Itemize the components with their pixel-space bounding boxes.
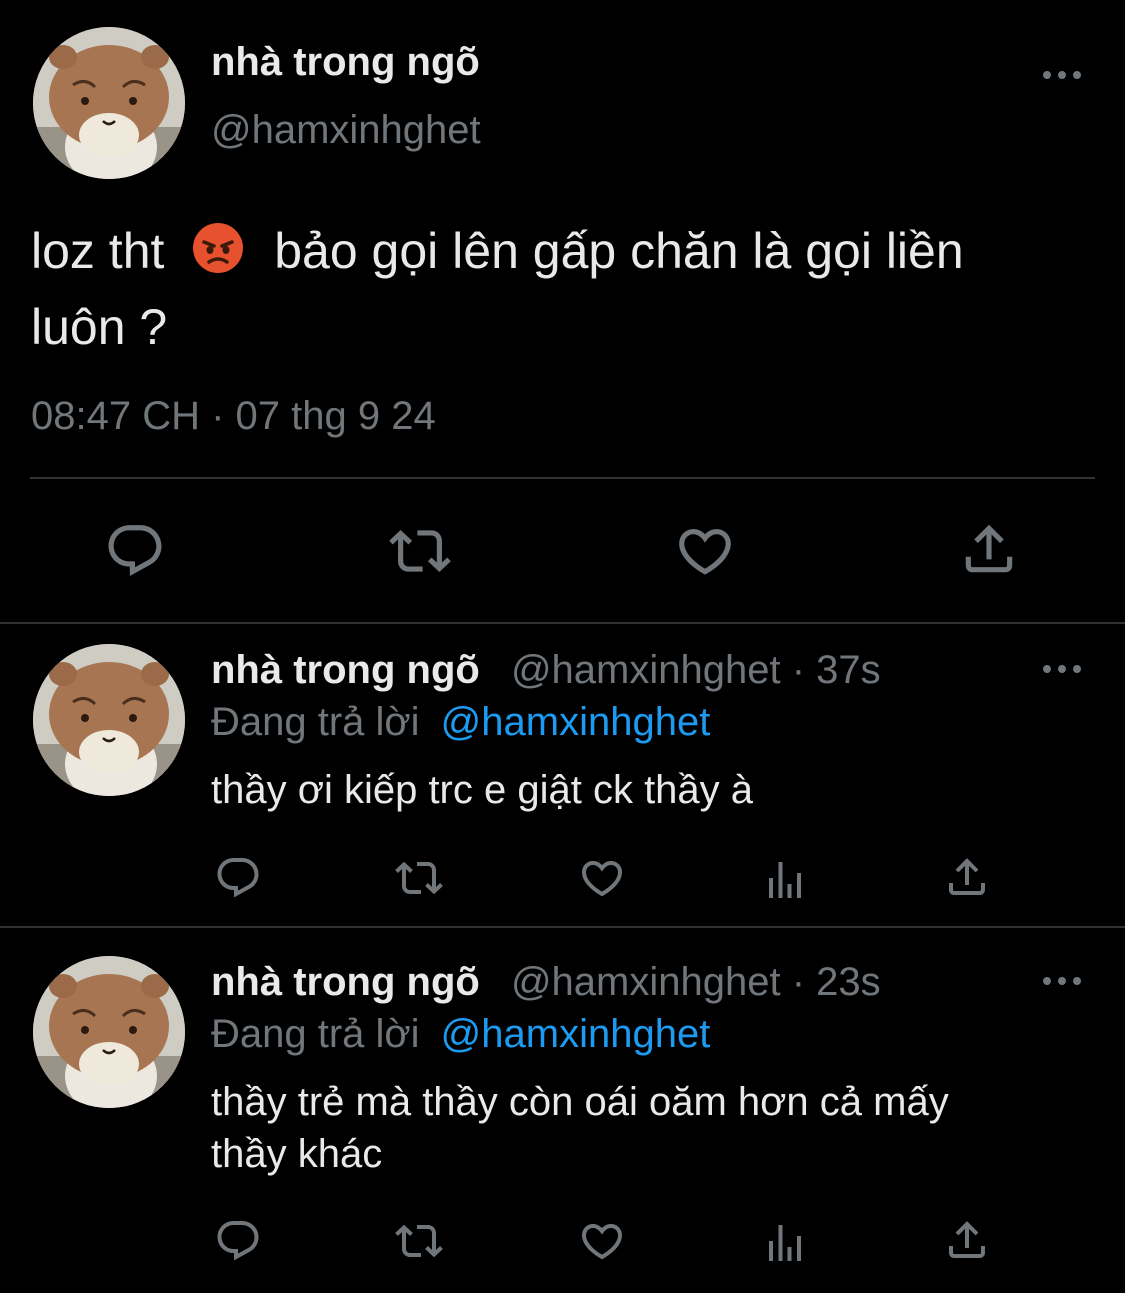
handle[interactable]: @hamxinhghet (511, 648, 781, 692)
display-name[interactable]: nhà trong ngõ (211, 40, 480, 85)
reply-icon[interactable] (214, 1217, 262, 1265)
heart-icon[interactable] (578, 1217, 626, 1265)
reply-tweet[interactable]: nhà trong ngõ @hamxinhghet · 23s Đang tr… (0, 928, 1125, 1293)
handle[interactable]: @hamxinhghet (511, 960, 781, 1004)
retweet-icon[interactable] (386, 520, 454, 582)
share-icon[interactable] (943, 1216, 991, 1264)
reply-icon[interactable] (214, 854, 262, 902)
tweet-text-line: thầy khác (211, 1132, 383, 1176)
mention-link[interactable]: @hamxinhghet (441, 700, 711, 744)
heart-icon[interactable] (578, 854, 626, 902)
avatar[interactable] (33, 27, 185, 179)
main-tweet: nhà trong ngõ @hamxinhghet loz tht bảo g… (0, 0, 1125, 622)
replying-prefix: Đang trả lời (211, 1012, 420, 1056)
avatar[interactable] (33, 644, 185, 796)
relative-time[interactable]: · 23s (792, 960, 881, 1004)
tweet-text: thầy trẻ mà thầy còn oái oăm hơn cả mấy … (211, 1076, 949, 1180)
tweet-text: loz tht bảo gọi lên gấp chăn là gọi liền… (31, 216, 964, 362)
tweet-header: nhà trong ngõ @hamxinhghet · 37s (211, 648, 881, 693)
retweet-icon[interactable] (393, 854, 445, 902)
views-icon[interactable] (761, 856, 809, 904)
more-icon[interactable] (1042, 69, 1082, 81)
tweet-text-part: luôn ? (31, 299, 168, 355)
avatar[interactable] (33, 956, 185, 1108)
handle[interactable]: @hamxinhghet (211, 108, 481, 153)
display-name[interactable]: nhà trong ngõ (211, 648, 480, 692)
share-icon[interactable] (958, 518, 1020, 580)
tweet-text: thầy ơi kiếp trc e giật ck thầy à (211, 764, 753, 816)
tweet-text-part: loz tht (31, 223, 165, 279)
relative-time[interactable]: · 37s (792, 648, 881, 692)
tweet-header: nhà trong ngõ @hamxinhghet · 23s (211, 960, 881, 1005)
reply-tweet[interactable]: nhà trong ngõ @hamxinhghet · 37s Đang tr… (0, 624, 1125, 926)
share-icon[interactable] (943, 853, 991, 901)
reply-icon[interactable] (104, 520, 166, 582)
display-name[interactable]: nhà trong ngõ (211, 960, 480, 1004)
replying-prefix: Đang trả lời (211, 700, 420, 744)
tweet-text-line: thầy ơi kiếp trc e giật ck thầy à (211, 768, 754, 812)
retweet-icon[interactable] (393, 1217, 445, 1265)
replying-to: Đang trả lời @hamxinhghet (211, 1012, 710, 1057)
more-icon[interactable] (1042, 663, 1082, 675)
divider (30, 477, 1095, 479)
tweet-text-part: bảo gọi lên gấp chăn là gọi liền (274, 223, 964, 279)
timestamp[interactable]: 08:47 CH · 07 thg 9 24 (31, 394, 436, 439)
more-icon[interactable] (1042, 975, 1082, 987)
mention-link[interactable]: @hamxinhghet (441, 1012, 711, 1056)
views-icon[interactable] (761, 1219, 809, 1267)
replying-to: Đang trả lời @hamxinhghet (211, 700, 710, 745)
tweet-text-line: thầy trẻ mà thầy còn oái oăm hơn cả mấy (211, 1080, 949, 1124)
angry-face-icon (192, 222, 244, 292)
heart-icon[interactable] (674, 520, 736, 582)
